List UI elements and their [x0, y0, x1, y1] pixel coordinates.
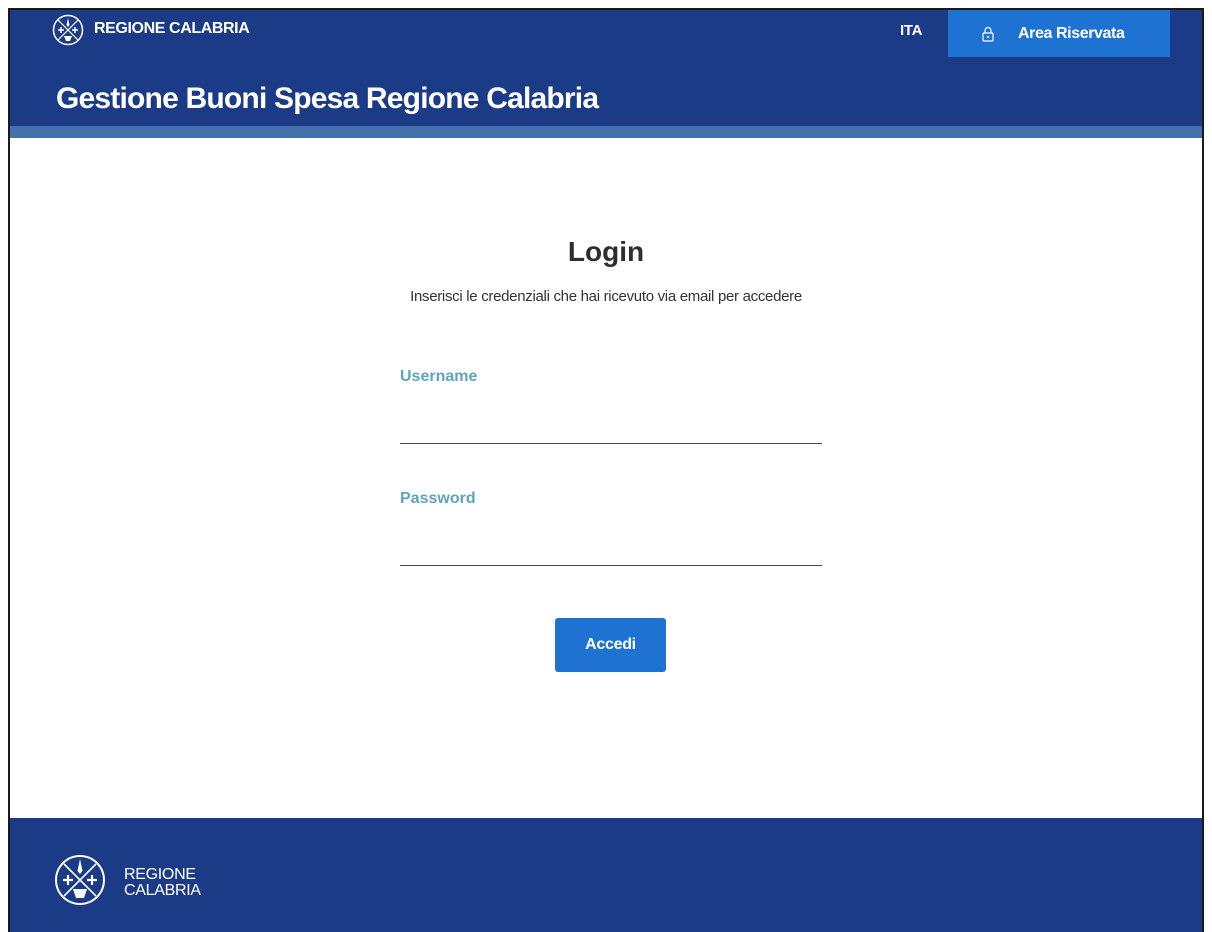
- site-footer: REGIONE CALABRIA: [10, 818, 1202, 932]
- footer-brand-text: REGIONE CALABRIA: [124, 867, 201, 899]
- login-subtitle: Inserisci le credenziali che hai ricevut…: [410, 288, 802, 305]
- reserved-area-label: Area Riservata: [1018, 24, 1125, 42]
- language-selector[interactable]: ITA: [900, 22, 922, 39]
- site-title[interactable]: Gestione Buoni Spesa Regione Calabria: [56, 82, 599, 116]
- username-input[interactable]: [400, 410, 822, 444]
- footer-brand-line2: CALABRIA: [124, 882, 201, 899]
- regione-calabria-emblem-icon: [55, 855, 105, 905]
- login-submit-button[interactable]: Accedi: [555, 618, 666, 672]
- password-label: Password: [400, 490, 476, 507]
- login-section: Login Inserisci le credenziali che hai r…: [10, 138, 1202, 818]
- regione-calabria-emblem-icon[interactable]: [52, 14, 84, 46]
- footer-brand-line1: REGIONE: [124, 866, 196, 883]
- login-title: Login: [567, 236, 645, 267]
- username-label: Username: [400, 368, 478, 385]
- password-input[interactable]: [400, 532, 822, 566]
- header-brand-text[interactable]: REGIONE CALABRIA: [94, 20, 250, 38]
- site-header: REGIONE CALABRIA ITA Area Riservata Gest…: [10, 10, 1202, 138]
- reserved-area-button[interactable]: Area Riservata: [948, 10, 1170, 57]
- lock-icon: [982, 26, 994, 42]
- header-stripe: [10, 126, 1202, 138]
- page-frame: REGIONE CALABRIA ITA Area Riservata Gest…: [8, 8, 1204, 932]
